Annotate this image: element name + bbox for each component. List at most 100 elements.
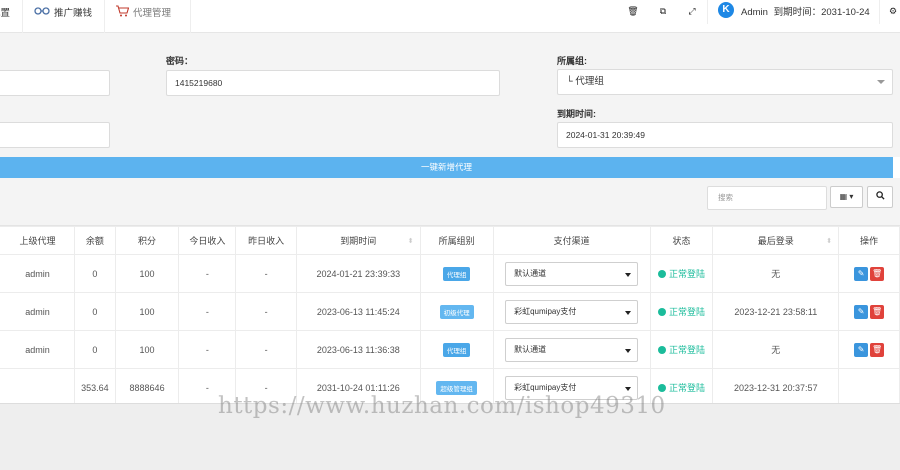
cell-yesterday: - [235,330,297,369]
columns-button[interactable]: ▦ ▾ [830,186,863,208]
user-name: Admin [741,7,768,18]
pay-channel-select[interactable]: 默认通道 [505,261,639,286]
tab-promote-label: 推广赚钱 [54,8,93,19]
col-header-lastlogin[interactable]: 最后登录 ⬍ [712,226,840,255]
tab-config[interactable]: 配置 [0,0,10,24]
pay-channel-value: 彩虹qumipay支付 [514,382,577,392]
cell-status: 正常登陆 [649,330,714,369]
pencil-icon: ✎ [857,306,865,316]
tab-agent-manage[interactable]: 代理管理 [115,0,171,24]
cell-balance: 0 [74,330,116,369]
chevron-down-icon [625,310,632,315]
status-text: 正常登陆 [669,307,706,317]
col-header-label: 最后登录 [757,236,794,246]
col-header-expire[interactable]: 到期时间 ⬍ [296,226,421,255]
chevron-down-icon [877,80,885,84]
toolbar-divider [707,0,708,24]
col-header[interactable]: 今日收入 [178,226,237,255]
user-info[interactable]: Admin 到期时间：2031-10-24 [741,4,870,18]
status-badge: 正常登陆 [658,307,705,317]
cell-pay: 默认通道 [492,254,651,293]
status-text: 正常登陆 [669,345,706,355]
toolbar-divider [879,0,880,24]
add-agent-button[interactable]: 一键新增代理 [0,157,893,178]
fullscreen-icon[interactable]: ⤢ [685,4,699,18]
col-header[interactable]: 上级代理 [0,226,76,255]
pay-channel-select[interactable]: 默认通道 [505,337,639,362]
group-badge: 初级代理 [439,304,474,319]
search-input[interactable]: 搜索 [707,186,827,210]
trash-icon: 🗑 [871,268,883,278]
status-badge: 正常登陆 [658,269,705,279]
copy-icon[interactable]: ⧉ [656,4,670,18]
chevron-down-icon [625,386,632,391]
cell-points: 100 [114,330,180,369]
table-row: admin 0 100 - - 2023-06-13 11:45:24 初级代理… [0,292,900,331]
delete-button[interactable]: 🗑 [870,304,885,319]
username-field[interactable] [0,70,110,96]
gear-icon[interactable]: ⚙ [886,4,900,18]
group-label: 所属组: [557,56,587,66]
group-select[interactable]: └ 代理组 [557,69,893,95]
status-dot-icon [658,308,667,316]
grid-icon: ▦ [839,192,848,201]
cell-group: 代理组 [419,254,494,293]
search-icon [875,191,885,200]
expire-time-field[interactable]: 2024-01-31 20:39:49 [557,122,893,148]
cell-today: - [178,330,237,369]
col-header[interactable]: 昨日收入 [235,226,297,255]
sort-icon: ⬍ [826,238,833,245]
tab-divider [104,0,105,33]
col-header[interactable]: 所属组别 [419,226,494,255]
cell-last-login: 无 [712,330,840,369]
col-header[interactable]: 状态 [649,226,714,255]
top-bar: 配置 推广赚钱 代理管理 🗑 ⧉ ⤢ K Admin 到期时间：2031-10-… [0,0,900,33]
trash-icon[interactable]: 🗑 [626,4,640,18]
cell-points: 8888646 [114,368,180,407]
edit-button[interactable]: ✎ [854,304,869,319]
cell-ops: ✎ 🗑 [838,330,900,369]
cell-expire: 2024-01-21 23:39:33 [296,254,421,293]
cell-yesterday: - [235,254,297,293]
search-button[interactable] [867,186,893,208]
cell-yesterday: - [235,292,297,331]
tab-agent-manage-label: 代理管理 [133,8,172,19]
cell-ops: ✎ 🗑 [838,254,900,293]
col-header[interactable]: 余额 [74,226,116,255]
avatar[interactable]: K [718,2,734,18]
status-text: 正常登陆 [669,269,706,279]
tab-promote[interactable]: 推广赚钱 [34,0,92,24]
group-badge: 代理组 [442,342,471,357]
pay-channel-value: 默认通道 [514,268,547,278]
delete-button[interactable]: 🗑 [870,342,885,357]
pay-channel-value: 默认通道 [514,344,547,354]
cell-ops [838,368,900,407]
cell-parent [0,368,76,407]
edit-button[interactable]: ✎ [854,342,869,357]
group-badge: 代理组 [442,266,471,281]
cell-last-login: 无 [712,254,840,293]
cell-ops: ✎ 🗑 [838,292,900,331]
password-field[interactable]: 1415219680 [166,70,500,96]
pay-channel-select[interactable]: 彩虹qumipay支付 [505,299,639,324]
columns-caret: ▾ [849,192,854,201]
col-header[interactable]: 支付渠道 [492,226,651,255]
status-dot-icon [658,270,667,278]
status-dot-icon [658,346,667,354]
remark-field[interactable] [0,122,110,148]
cell-today: - [178,254,237,293]
status-text: 正常登陆 [669,383,706,393]
glasses-icon [34,6,50,19]
tab-config-label: 配置 [0,8,11,19]
col-header[interactable]: 操作 [838,226,900,255]
col-header[interactable]: 积分 [114,226,180,255]
status-dot-icon [658,384,667,392]
trash-icon: 🗑 [871,306,883,316]
pencil-icon: ✎ [857,344,865,354]
table-row: admin 0 100 - - 2023-06-13 11:36:38 代理组 … [0,330,900,369]
edit-button[interactable]: ✎ [854,266,869,281]
cell-expire: 2023-06-13 11:36:38 [296,330,421,369]
delete-button[interactable]: 🗑 [870,266,885,281]
sort-icon: ⬍ [407,238,414,245]
group-select-value: └ 代理组 [566,76,604,87]
